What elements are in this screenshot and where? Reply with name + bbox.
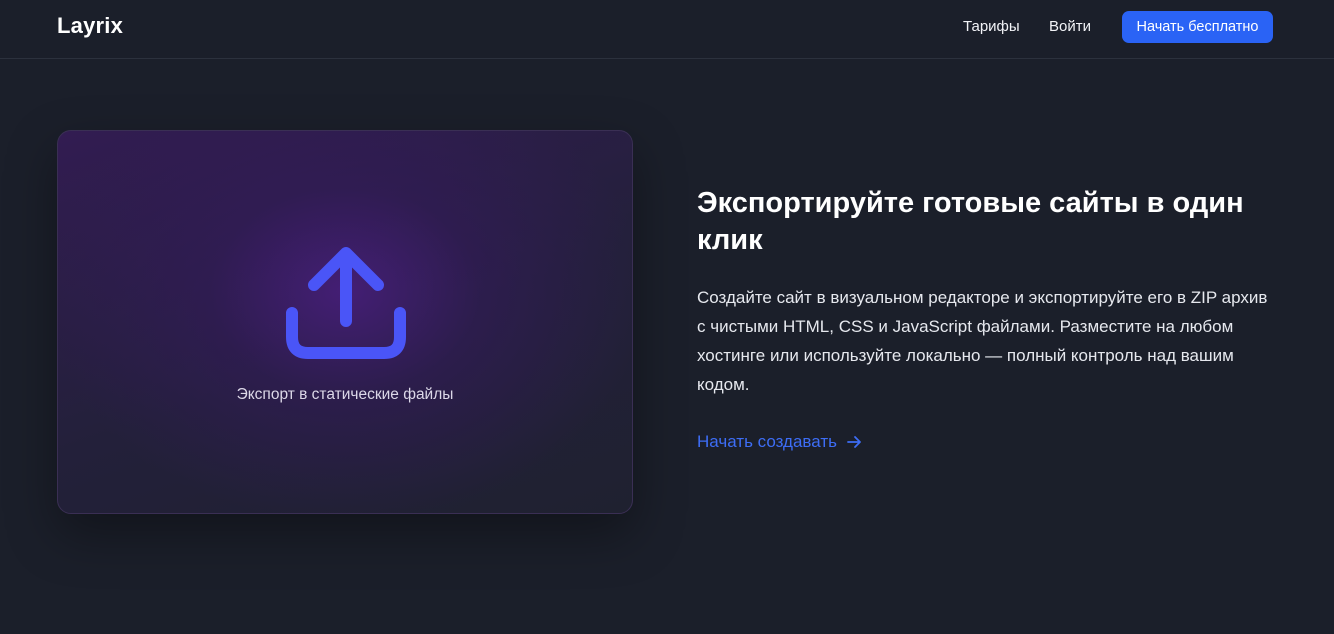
feature-description: Создайте сайт в визуальном редакторе и э… <box>697 288 1268 394</box>
feature-title: Экспортируйте готовые сайты в один клик <box>697 187 1244 256</box>
nav-login-link[interactable]: Войти <box>1049 18 1091 35</box>
arrow-right-icon <box>847 436 861 448</box>
nav-pricing-link[interactable]: Тарифы <box>963 18 1020 35</box>
start-creating-label: Начать создавать <box>697 432 837 451</box>
logo[interactable]: Layrix <box>57 13 123 39</box>
start-creating-link[interactable]: Начать создавать <box>697 432 863 452</box>
export-feature-card: Экспорт в статические файлы <box>57 130 633 514</box>
start-free-button[interactable]: Начать бесплатно <box>1122 11 1273 43</box>
site-header: Layrix Тарифы Войти Начать бесплатно <box>0 0 1334 59</box>
upload-icon <box>286 247 406 359</box>
card-caption: Экспорт в статические файлы <box>236 386 454 403</box>
